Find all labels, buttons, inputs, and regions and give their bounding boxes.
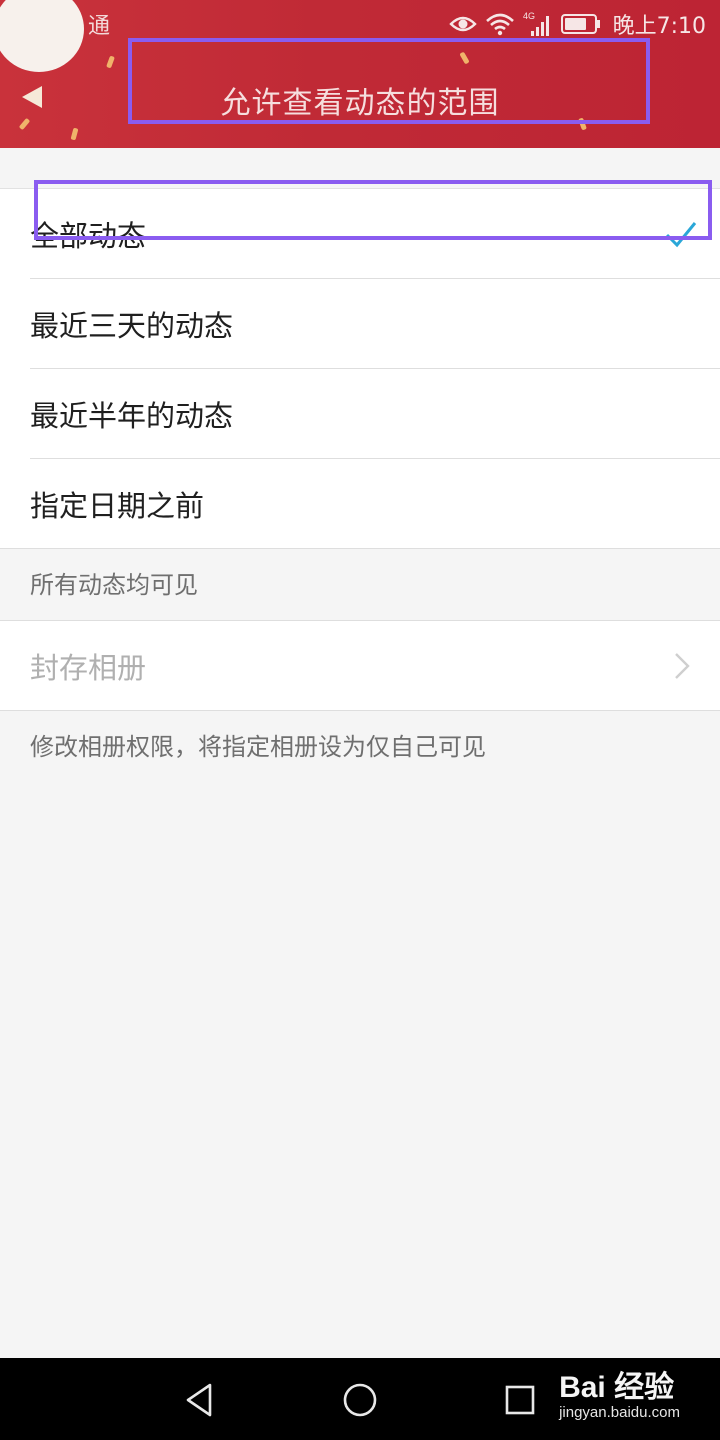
visibility-range-list: 全部动态 最近三天的动态 最近半年的动态 指定日期之前 <box>0 188 720 549</box>
app-header: 通 4G 晚上7:10 允许查看动态的范围 <box>0 0 720 148</box>
wifi-icon <box>485 13 514 36</box>
status-icons: 4G 晚上7:10 <box>448 8 706 40</box>
checkmark-icon <box>665 222 697 248</box>
eye-icon <box>448 16 477 32</box>
battery-icon <box>560 14 600 34</box>
option-label: 最近半年的动态 <box>30 399 234 433</box>
home-circle-icon[interactable] <box>338 1378 382 1422</box>
network-type-label: 4G <box>523 11 535 21</box>
option-label: 指定日期之前 <box>30 489 205 523</box>
signal-icon: 4G <box>523 11 549 36</box>
archive-album-row[interactable]: 封存相册 <box>0 620 720 711</box>
confetti-decoration <box>70 127 79 141</box>
baidu-jingyan-watermark: Bai 经验 jingyan.baidu.com <box>559 1362 680 1421</box>
status-bar: 通 4G 晚上7:10 <box>0 0 720 48</box>
back-triangle-icon[interactable] <box>178 1378 222 1422</box>
option-last-three-days[interactable]: 最近三天的动态 <box>0 279 720 369</box>
option-label: 全部动态 <box>30 219 147 253</box>
divider <box>0 548 720 549</box>
option-all-posts[interactable]: 全部动态 <box>0 189 720 279</box>
chevron-right-icon <box>675 653 690 679</box>
watermark-logo: Bai 经验 <box>559 1371 675 1404</box>
option-before-date[interactable]: 指定日期之前 <box>0 459 720 549</box>
visibility-hint: 所有动态均可见 <box>30 571 198 599</box>
option-last-half-year[interactable]: 最近半年的动态 <box>0 369 720 459</box>
page-title: 允许查看动态的范围 <box>220 86 500 121</box>
carrier-name: 通 <box>88 14 111 39</box>
confetti-decoration <box>459 51 470 65</box>
confetti-decoration <box>106 55 115 69</box>
recents-square-icon[interactable] <box>498 1378 542 1422</box>
archive-album-label: 封存相册 <box>30 650 147 685</box>
album-hint: 修改相册权限，将指定相册设为仅自己可见 <box>30 733 486 761</box>
option-label: 最近三天的动态 <box>30 309 234 343</box>
watermark-url: jingyan.baidu.com <box>559 1404 680 1421</box>
status-time: 晚上7:10 <box>612 14 706 39</box>
